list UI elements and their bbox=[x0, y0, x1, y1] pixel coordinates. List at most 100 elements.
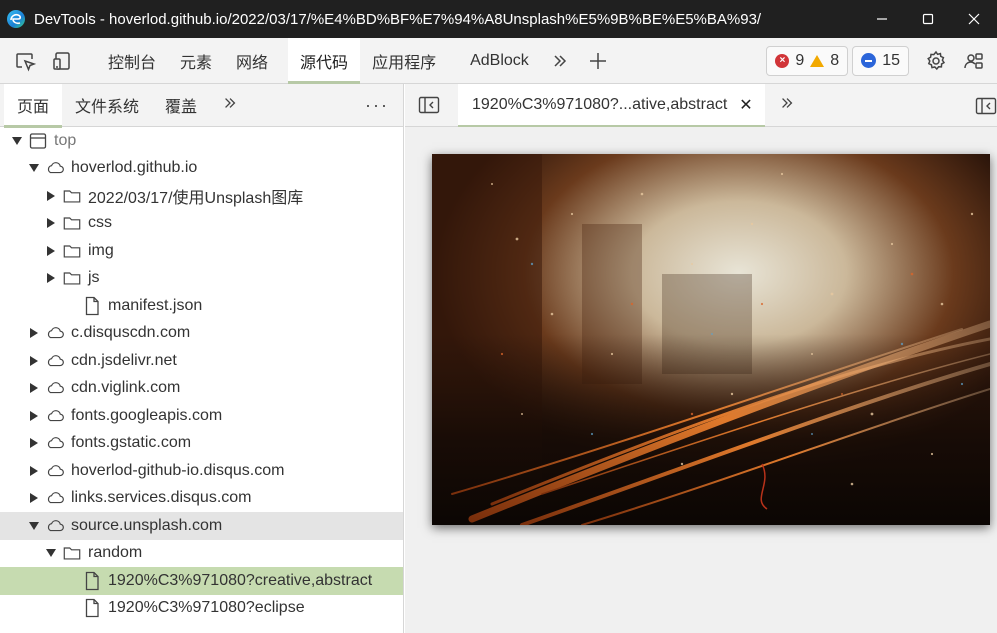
folder-icon bbox=[62, 241, 82, 261]
issues-counter[interactable]: × 9 8 bbox=[766, 45, 849, 76]
tab-elements[interactable]: 元素 bbox=[168, 38, 224, 84]
tab-sources[interactable]: 源代码 bbox=[288, 37, 361, 84]
folder-icon bbox=[62, 213, 82, 233]
editor-more-tabs-button[interactable] bbox=[779, 95, 795, 116]
tree-item[interactable]: c.disquscdn.com bbox=[0, 320, 403, 348]
close-icon bbox=[968, 13, 980, 25]
tree-item[interactable]: fonts.gstatic.com bbox=[0, 430, 403, 458]
tree-item-label: fonts.gstatic.com bbox=[71, 434, 192, 452]
collapsed-arrow-icon[interactable] bbox=[27, 381, 41, 395]
tree-item[interactable]: img bbox=[0, 237, 403, 265]
collapsed-arrow-icon[interactable] bbox=[27, 326, 41, 340]
open-file-tab[interactable]: 1920%C3%971080?...ative,abstract ✕ bbox=[458, 83, 765, 128]
tree-item[interactable]: manifest.json bbox=[0, 292, 403, 320]
tree-item-label: c.disquscdn.com bbox=[71, 324, 191, 342]
tree-item[interactable]: 2022/03/17/使用Unsplash图库 bbox=[0, 182, 403, 210]
tab-filesystem[interactable]: 文件系统 bbox=[62, 84, 152, 127]
expanded-arrow-icon[interactable] bbox=[27, 519, 41, 533]
toggle-navigator-button[interactable] bbox=[405, 84, 453, 127]
open-file-tab-label: 1920%C3%971080?...ative,abstract bbox=[472, 96, 728, 113]
folder-icon bbox=[62, 268, 82, 288]
collapsed-arrow-icon[interactable] bbox=[27, 491, 41, 505]
device-emulation-icon bbox=[53, 51, 70, 70]
message-count: 15 bbox=[882, 51, 900, 69]
cloud-icon bbox=[45, 406, 65, 426]
customize-button[interactable] bbox=[955, 42, 993, 80]
toggle-debugger-button[interactable] bbox=[975, 84, 997, 127]
tree-item-label: cdn.jsdelivr.net bbox=[71, 351, 177, 369]
tree-item[interactable]: cdn.viglink.com bbox=[0, 375, 403, 403]
add-tab-button[interactable] bbox=[579, 42, 617, 80]
tree-item[interactable]: js bbox=[0, 265, 403, 293]
customize-icon bbox=[964, 52, 983, 69]
tree-item-label: img bbox=[88, 241, 114, 259]
collapsed-arrow-icon[interactable] bbox=[44, 189, 58, 203]
toggle-debugger-icon bbox=[975, 97, 997, 114]
folder-icon bbox=[62, 543, 82, 563]
file-icon bbox=[82, 571, 102, 591]
message-icon bbox=[861, 53, 877, 68]
collapsed-arrow-icon[interactable] bbox=[27, 409, 41, 423]
tree-item[interactable]: cdn.jsdelivr.net bbox=[0, 347, 403, 375]
collapsed-arrow-icon[interactable] bbox=[44, 216, 58, 230]
cloud-icon bbox=[45, 158, 65, 178]
tree-item[interactable]: hoverlod.github.io bbox=[0, 155, 403, 183]
tree-item-label: 2022/03/17/使用Unsplash图库 bbox=[88, 189, 304, 207]
tree-item-label: links.services.disqus.com bbox=[71, 489, 252, 507]
image-preview-area bbox=[405, 127, 997, 633]
tree-item-label: top bbox=[54, 131, 77, 149]
tree-item[interactable]: 1920%C3%971080?eclipse bbox=[0, 595, 403, 623]
tree-item-label: js bbox=[88, 269, 100, 287]
tab-adblock[interactable]: AdBlock bbox=[458, 38, 541, 84]
maximize-icon bbox=[922, 13, 934, 25]
navigator-tabs: 页面 文件系统 覆盖 ··· bbox=[0, 83, 403, 128]
minimize-button[interactable] bbox=[859, 0, 905, 38]
more-dots-icon: ··· bbox=[365, 94, 389, 115]
collapsed-arrow-icon[interactable] bbox=[27, 464, 41, 478]
collapsed-arrow-icon[interactable] bbox=[27, 436, 41, 450]
tree-item[interactable]: random bbox=[0, 540, 403, 568]
expanded-arrow-icon[interactable] bbox=[10, 134, 24, 148]
expanded-arrow-icon[interactable] bbox=[44, 546, 58, 560]
title-bar: DevTools - hoverlod.github.io/2022/03/17… bbox=[0, 0, 997, 38]
maximize-button[interactable] bbox=[905, 0, 951, 38]
editor-panel: 1920%C3%971080?...ative,abstract ✕ bbox=[405, 83, 997, 633]
settings-button[interactable] bbox=[917, 42, 955, 80]
error-count: 9 bbox=[795, 51, 805, 69]
tree-item[interactable]: fonts.googleapis.com bbox=[0, 402, 403, 430]
messages-counter[interactable]: 15 bbox=[852, 45, 909, 76]
tab-application[interactable]: 应用程序 bbox=[360, 38, 448, 84]
tab-network[interactable]: 网络 bbox=[224, 38, 280, 84]
tab-page[interactable]: 页面 bbox=[4, 83, 63, 128]
close-window-button[interactable] bbox=[951, 0, 997, 38]
tree-item[interactable]: links.services.disqus.com bbox=[0, 485, 403, 513]
cloud-icon bbox=[45, 378, 65, 398]
collapsed-arrow-icon[interactable] bbox=[44, 271, 58, 285]
tab-console[interactable]: 控制台 bbox=[96, 38, 168, 84]
tree-item[interactable]: 1920%C3%971080?creative,abstract bbox=[0, 567, 403, 595]
tree-item[interactable]: top bbox=[0, 127, 403, 155]
close-icon[interactable]: ✕ bbox=[739, 95, 752, 115]
toggle-navigator-icon bbox=[418, 96, 440, 114]
cloud-icon bbox=[45, 433, 65, 453]
file-icon bbox=[82, 598, 102, 618]
more-tabs-button[interactable] bbox=[541, 42, 579, 80]
warning-icon bbox=[810, 54, 825, 67]
tree-item[interactable]: source.unsplash.com bbox=[0, 512, 403, 540]
tree-item-label: 1920%C3%971080?eclipse bbox=[108, 599, 305, 617]
tab-overrides[interactable]: 覆盖 bbox=[152, 84, 210, 127]
tree-item[interactable]: css bbox=[0, 210, 403, 238]
tree-item-label: manifest.json bbox=[108, 296, 203, 314]
collapsed-arrow-icon[interactable] bbox=[27, 354, 41, 368]
navigator-menu-button[interactable]: ··· bbox=[365, 95, 389, 116]
expanded-arrow-icon[interactable] bbox=[27, 161, 41, 175]
collapsed-arrow-icon[interactable] bbox=[44, 244, 58, 258]
chevron-double-right-icon bbox=[554, 54, 566, 67]
device-emulation-button[interactable] bbox=[44, 42, 82, 80]
tree-item[interactable]: hoverlod-github-io.disqus.com bbox=[0, 457, 403, 485]
navigator-more-tabs-button[interactable] bbox=[214, 95, 246, 116]
inspect-element-button[interactable] bbox=[6, 42, 44, 80]
